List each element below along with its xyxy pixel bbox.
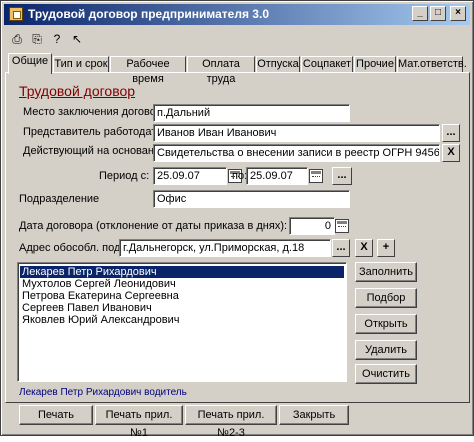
window-title: Трудовой договор предпринимателя 3.0 [28, 7, 269, 21]
print-preview-icon[interactable]: ⎙ [9, 31, 25, 47]
close-button[interactable]: × [450, 6, 466, 21]
address-clear-button[interactable]: X [355, 239, 373, 257]
tab-vacations[interactable]: Отпуска [256, 56, 300, 73]
address-label: Адрес обособл. подр.: [19, 242, 133, 254]
app-icon [9, 7, 23, 21]
tab-other[interactable]: Прочие [354, 56, 396, 73]
list-item[interactable]: Петрова Екатерина Сергеевна [20, 290, 344, 302]
calendar-icon[interactable] [335, 219, 349, 233]
tab-strip: Общие Тип и срок Рабочее время Оплата тр… [5, 53, 470, 85]
address-select-button[interactable]: ... [332, 239, 350, 257]
basis-clear-button[interactable]: X [442, 144, 460, 162]
contract-date-label: Дата договора (отклонение от даты приказ… [19, 220, 288, 232]
print-icon[interactable]: ⎘ [29, 31, 45, 47]
print-attachment-1-button[interactable]: Печать прил. №1 [95, 405, 183, 439]
help-icon[interactable]: ? [49, 31, 65, 47]
delete-button[interactable]: Удалить [355, 340, 417, 360]
close-form-button[interactable]: Закрыть [279, 405, 349, 425]
minimize-button[interactable]: _ [412, 6, 428, 21]
period-to-label: по: [232, 170, 248, 182]
title-bar[interactable]: Трудовой договор предпринимателя 3.0 _ □… [4, 4, 470, 25]
list-item[interactable]: Яковлев Юрий Александрович [20, 314, 344, 326]
place-field[interactable]: п.Дальний [153, 104, 350, 122]
selected-employee-note: Лекарев Петр Рихардович водитель [19, 387, 187, 398]
contract-date-offset-field[interactable]: 0 [289, 217, 335, 235]
period-to-field[interactable]: 25.09.07 [246, 167, 308, 185]
address-add-button[interactable]: + [377, 239, 395, 257]
tab-payment[interactable]: Оплата труда [187, 56, 255, 85]
representative-field[interactable]: Иванов Иван Иванович [153, 124, 440, 142]
print-button[interactable]: Печать [19, 405, 93, 425]
period-from-label: Период с: [99, 170, 150, 182]
maximize-button[interactable]: □ [430, 6, 446, 21]
basis-field[interactable]: Свидетельства о внесении записи в реестр… [153, 144, 440, 162]
open-button[interactable]: Открыть [355, 314, 417, 334]
period-select-button[interactable]: ... [332, 167, 352, 185]
tab-liability[interactable]: Мат.ответств. [397, 56, 467, 73]
employee-list[interactable]: Лекарев Петр Рихардович Мухтолов Сергей … [17, 262, 347, 382]
tab-work-time[interactable]: Рабочее время [110, 56, 186, 85]
list-item[interactable]: Мухтолов Сергей Леонидович [20, 278, 344, 290]
address-field[interactable]: г.Дальнегорск, ул.Приморская, д.18 [119, 239, 331, 257]
fill-button[interactable]: Заполнить [355, 262, 417, 282]
list-item[interactable]: Сергеев Павел Иванович [20, 302, 344, 314]
place-label: Место заключения договора [23, 106, 169, 118]
select-button[interactable]: Подбор [355, 288, 417, 308]
main-window: Трудовой договор предпринимателя 3.0 _ □… [0, 0, 474, 439]
period-from-field[interactable]: 25.09.07 [153, 167, 227, 185]
calendar-icon[interactable] [309, 169, 323, 183]
tab-social[interactable]: Соцпакет [301, 56, 353, 73]
representative-select-button[interactable]: ... [442, 124, 460, 142]
clear-button[interactable]: Очистить [355, 364, 417, 384]
pointer-help-icon[interactable]: ↖ [69, 31, 85, 47]
department-field[interactable]: Офис [153, 190, 350, 208]
tab-general[interactable]: Общие [8, 53, 52, 74]
page-title: Трудовой договор [19, 83, 136, 99]
tab-type-term[interactable]: Тип и срок [53, 56, 109, 73]
print-attachment-2-3-button[interactable]: Печать прил. №2-3 [185, 405, 277, 439]
department-label: Подразделение [19, 193, 100, 205]
representative-label: Представитель работодателя [23, 126, 175, 138]
basis-label: Действующий на основании [23, 145, 167, 157]
list-item[interactable]: Лекарев Петр Рихардович [20, 266, 344, 278]
